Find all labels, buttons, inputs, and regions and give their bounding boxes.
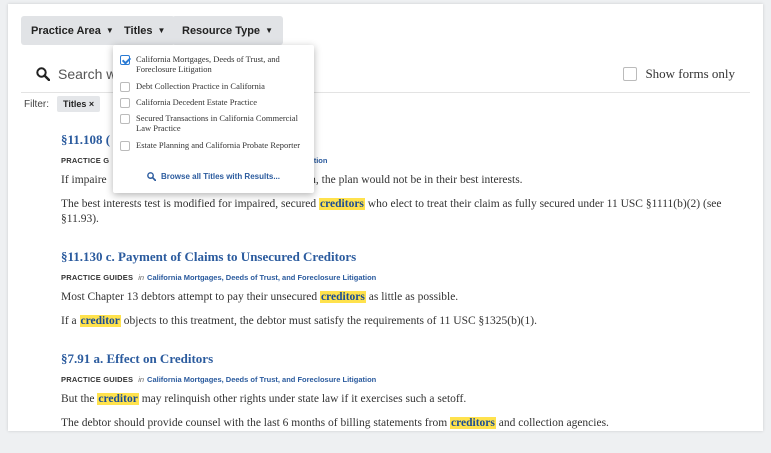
keyword-highlight: creditors (450, 417, 496, 429)
titles-label: Titles (124, 24, 153, 37)
caret-down-icon: ▼ (265, 26, 273, 35)
filter-label: Filter: (24, 98, 49, 110)
resource-type-label: Resource Type (182, 24, 261, 37)
option-checkbox[interactable] (120, 98, 130, 108)
result-snippet: Most Chapter 13 debtors attempt to pay t… (61, 291, 459, 303)
caret-down-icon: ▼ (157, 26, 166, 35)
dropdown-option[interactable]: Secured Transactions in California Comme… (120, 113, 310, 133)
show-forms-label: Show forms only (645, 66, 735, 81)
practice-area-label: Practice Area (31, 24, 101, 37)
practice-area-filter-button[interactable]: Practice Area ▼ (21, 16, 124, 45)
titles-filter-button[interactable]: Titles ▼ (114, 16, 176, 45)
resource-type: PRACTICE G (61, 156, 110, 165)
titles-filter-chip[interactable]: Titles × (57, 96, 101, 112)
keyword-highlight: creditor (79, 315, 121, 327)
result-snippet: If a creditor objects to this treatment,… (61, 315, 537, 327)
result-meta: PRACTICE GUIDES in California Mortgages, D… (61, 375, 377, 384)
result-snippet: The debtor should provide counsel with t… (61, 417, 609, 429)
result-title-link[interactable]: §7.91 a. Effect on Creditors (61, 351, 751, 367)
keyword-highlight: creditors (319, 198, 365, 210)
resource-type: PRACTICE GUIDES (61, 375, 134, 384)
result-item: §7.91 a. Effect on Creditors PRACTICE GU… (61, 351, 751, 431)
browse-all-titles-link[interactable]: Browse all Titles with Results... (113, 172, 314, 181)
option-checkbox[interactable] (120, 114, 130, 124)
dropdown-option[interactable]: California Decedent Estate Practice (120, 97, 310, 108)
dropdown-option[interactable]: California Mortgages, Deeds of Trust, an… (120, 54, 310, 74)
result-title-link[interactable]: §11.130 c. Payment of Claims to Unsecure… (61, 249, 751, 265)
result-snippet: The best interests test is modified for … (61, 198, 722, 225)
show-forms-only-toggle[interactable]: Show forms only (623, 66, 735, 82)
result-snippet: But the creditor may relinquish other ri… (61, 393, 467, 405)
result-meta: PRACTICE GUIDES in California Mortgages, D… (61, 273, 377, 282)
resource-type-filter-button[interactable]: Resource Type ▼ (172, 16, 283, 45)
resource-type: PRACTICE GUIDES (61, 273, 134, 282)
dropdown-option[interactable]: Estate Planning and California Probate R… (120, 140, 310, 151)
keyword-highlight: creditors (320, 291, 366, 303)
search-icon (36, 67, 50, 81)
keyword-highlight: creditor (97, 393, 139, 405)
dropdown-option[interactable]: Debt Collection Practice in California (120, 81, 310, 92)
search-icon (147, 172, 156, 181)
result-source-link[interactable]: California Mortgages, Deeds of Trust, an… (147, 375, 376, 384)
show-forms-checkbox[interactable] (623, 67, 638, 81)
active-filters: Filter: Titles × (24, 96, 101, 112)
result-source-link[interactable]: California Mortgages, Deeds of Trust, an… (147, 273, 376, 282)
titles-dropdown-menu: California Mortgages, Deeds of Trust, an… (113, 45, 314, 193)
result-item: §11.130 c. Payment of Claims to Unsecure… (61, 249, 751, 329)
option-checkbox[interactable] (120, 82, 130, 92)
checkmark-icon[interactable] (120, 55, 130, 65)
caret-down-icon: ▼ (105, 26, 114, 35)
option-checkbox[interactable] (120, 141, 130, 151)
